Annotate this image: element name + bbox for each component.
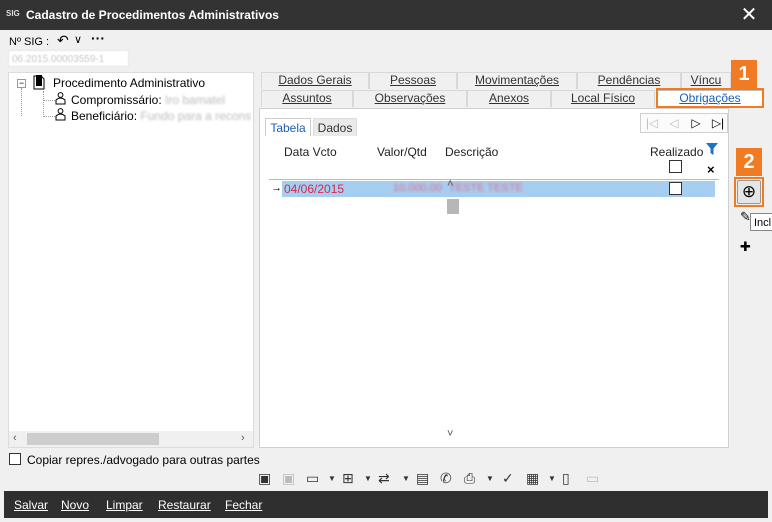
copy-document-icon[interactable]: ▣ [282,470,295,487]
obrigacoes-panel: Tabela Dados |◁ ◁ ▷ ▷| Data Vcto Valor/Q… [259,108,729,448]
grid-divider [269,179,719,180]
next-record-icon[interactable]: ▷ [685,115,707,131]
clear-filter-icon[interactable]: × [707,162,715,177]
tree-item-compromissario[interactable]: Compromissário: Iro bamatel [71,93,225,107]
transfer-icon[interactable]: ⇄ [378,470,390,487]
tree-item-beneficiario[interactable]: Beneficiário: Fundo para a reconstituiçã… [71,109,251,123]
chevron-down-icon[interactable]: ∨ [74,33,82,46]
tree-connector [43,100,55,101]
step-badge-1: 1 [731,60,757,88]
tab-observacoes[interactable]: Observações [353,90,467,107]
title-bar: SIG Cadastro de Procedimentos Administra… [0,0,772,30]
column-realizado[interactable]: Realizado [650,145,703,159]
sig-label: Nº SIG : [9,36,50,48]
filter-realizado-checkbox[interactable] [669,160,682,173]
close-window-button[interactable]: ✕ [738,4,760,26]
app-logo-icon: SIG [6,9,20,18]
window-title: Cadastro de Procedimentos Administrativo… [26,8,279,22]
highlight-add-button [734,177,764,207]
restore-button[interactable]: Restaurar [158,498,211,512]
tree-item-label: Compromissário: [71,93,162,107]
filter-icon[interactable] [706,142,718,156]
tree-item-value: Iro bamatel [165,93,226,107]
tree-item-label: Beneficiário: [71,109,138,123]
scroll-thumb[interactable] [447,199,459,214]
scroll-left-icon[interactable]: ‹ [13,432,17,444]
tab-anexos[interactable]: Anexos [467,90,551,107]
row-due-date: 04/06/2015 [284,182,345,196]
collapse-icon[interactable]: − [17,79,26,88]
tab-assuntos[interactable]: Assuntos [261,90,353,107]
row-value: 10.000,00 [393,182,442,194]
row-realizado-checkbox[interactable] [669,182,682,195]
copy-representative-label: Copiar repres./advogado para outras part… [27,453,260,467]
undo-icon[interactable]: ↶ [57,32,69,49]
sig-number-field[interactable]: 06.2015.00003559-1 [8,50,129,67]
folder-icon[interactable]: ▭ [306,470,319,487]
column-descricao[interactable]: Descrição [445,145,498,159]
tab-movimentacoes[interactable]: Movimentações [457,72,577,89]
person-icon [55,108,66,121]
dropdown-arrow-icon[interactable]: ▼ [402,474,410,483]
tree-connector [43,91,44,117]
subtab-tabela[interactable]: Tabela [265,118,311,136]
clipboard-icon[interactable]: ▤ [416,470,429,487]
last-record-icon[interactable]: ▷| [707,115,729,131]
clear-button[interactable]: Limpar [106,498,143,512]
tree-item-value: Fundo para a reconstituição [140,109,251,123]
export-icon[interactable]: ▭ [586,470,599,487]
footer-action-bar: Salvar Novo Limpar Restaurar Fechar [4,491,768,518]
add-tooltip: Incl [750,213,772,231]
scroll-right-icon[interactable]: › [241,432,245,444]
new-document-icon[interactable]: ▣ [258,470,271,487]
more-icon[interactable]: ··· [91,30,105,46]
dropdown-arrow-icon[interactable]: ▼ [328,474,336,483]
vertical-scrollbar[interactable]: ˄ ˅ [444,178,460,444]
scroll-down-icon[interactable]: ˅ [447,428,453,440]
row-description: TESTE TESTE [449,182,523,194]
dropdown-arrow-icon[interactable]: ▼ [548,474,556,483]
hierarchy-icon[interactable]: ⊞ [342,470,354,487]
tab-pessoas[interactable]: Pessoas [369,72,457,89]
check-circle-icon[interactable]: ✓ [502,470,514,487]
calendar-icon[interactable]: ▦ [526,470,539,487]
tree-connector [43,116,55,117]
save-button[interactable]: Salvar [14,498,48,512]
subtab-dados[interactable]: Dados [313,118,357,136]
first-record-icon[interactable]: |◁ [641,115,663,131]
phone-icon[interactable]: ✆ [440,470,452,487]
obligations-grid: Data Vcto Valor/Qtd Descrição Realizado … [269,141,719,447]
scroll-up-icon[interactable]: ˄ [447,178,453,190]
dropdown-arrow-icon[interactable]: ▼ [486,474,494,483]
bottom-toolbar: ▣ ▣ ▭ ▼ ⊞ ▼ ⇄ ▼ ▤ ✆ ⎙ ▼ ✓ ▦ ▼ ▯ ▭ [256,468,616,490]
dropdown-arrow-icon[interactable]: ▼ [364,474,372,483]
current-row-arrow-icon: → [271,182,282,194]
print-icon[interactable]: ⎙ [464,470,475,487]
tab-vinculos[interactable]: Víncu [681,72,731,89]
close-button[interactable]: Fechar [225,498,262,512]
column-valor-qtd[interactable]: Valor/Qtd [377,145,427,159]
tab-local-fisico[interactable]: Local Físico [551,90,655,107]
previous-record-icon[interactable]: ◁ [663,115,685,131]
person-icon [55,92,66,105]
tree-root-item[interactable]: Procedimento Administrativo [53,76,205,90]
step-badge-2: 2 [736,148,762,176]
tab-pendencias[interactable]: Pendências [577,72,681,89]
new-button[interactable]: Novo [61,498,89,512]
document-search-icon[interactable]: ▯ [562,470,570,487]
document-icon [33,75,45,90]
tab-dados-gerais[interactable]: Dados Gerais [261,72,369,89]
scroll-thumb[interactable] [27,433,159,445]
horizontal-scrollbar[interactable]: ‹ › [9,431,253,447]
procedure-tree[interactable]: − Procedimento Administrativo Compromiss… [8,72,254,448]
tree-connector [21,88,22,116]
column-data-vcto[interactable]: Data Vcto [284,145,337,159]
duplicate-icon[interactable]: ✚ [740,239,751,255]
highlight-obrigacoes [656,88,764,108]
copy-representative-checkbox[interactable] [9,453,21,465]
record-navigation: |◁ ◁ ▷ ▷| [640,113,728,133]
